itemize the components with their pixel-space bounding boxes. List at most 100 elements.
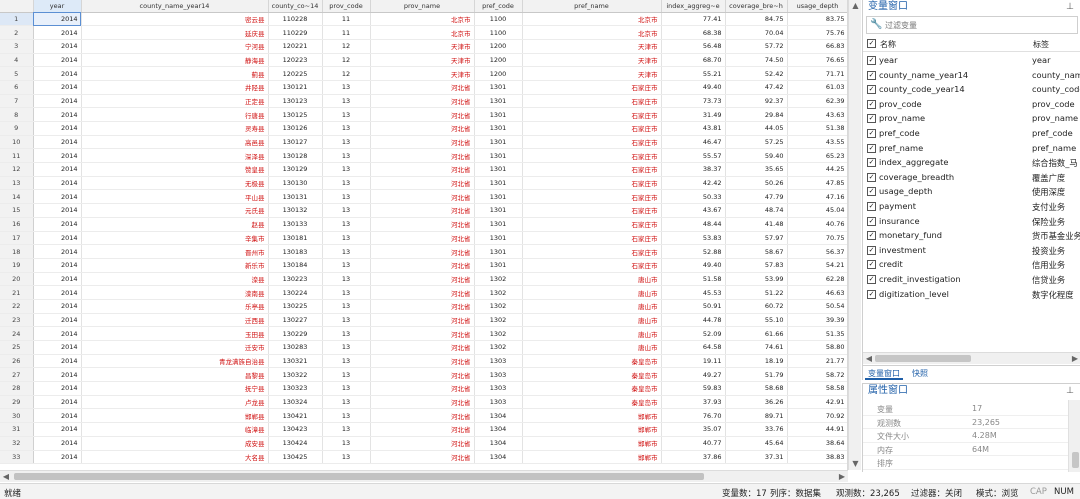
table-cell[interactable]: 河北省 [370, 381, 475, 396]
table-cell[interactable]: 77.41 [661, 12, 726, 27]
table-cell[interactable]: 石家庄市 [522, 258, 662, 273]
table-cell[interactable]: 68.70 [661, 53, 726, 68]
table-cell[interactable]: 74.61 [725, 340, 788, 355]
table-cell[interactable]: 130323 [268, 381, 323, 396]
table-cell[interactable]: 65.23 [787, 148, 847, 164]
table-cell[interactable]: 13 [322, 381, 371, 396]
table-cell[interactable]: 50.54 [787, 299, 847, 314]
table-cell[interactable]: 1302 [474, 285, 523, 300]
table-cell[interactable]: 2014 [33, 189, 82, 205]
table-cell[interactable]: 13 [322, 107, 371, 122]
table-cell[interactable]: 51.22 [725, 285, 788, 300]
table-cell[interactable]: 120223 [268, 53, 323, 68]
column-header[interactable]: year [33, 0, 82, 13]
table-cell[interactable]: 13 [322, 189, 371, 205]
table-cell[interactable]: 73.73 [661, 94, 726, 109]
table-cell[interactable]: 42.91 [787, 395, 847, 410]
table-cell[interactable]: 井陉县 [81, 80, 269, 95]
table-cell[interactable]: 新乐市 [81, 258, 269, 273]
table-cell[interactable]: 天津市 [522, 53, 662, 68]
row-number[interactable]: 27 [0, 367, 34, 383]
table-cell[interactable]: 河北省 [370, 135, 475, 150]
variable-row[interactable]: ✓ pref_name pref_name [863, 141, 1080, 156]
table-row[interactable]: 10 2014 高邑县 130127 13 河北省 1301 石家庄市 46.47 57.25 43… [0, 135, 847, 150]
table-row[interactable]: 15 2014 元氏县 130132 13 河北省 1301 石家庄市 43.67 48.74 45… [0, 203, 847, 218]
table-cell[interactable]: 21.77 [787, 354, 847, 369]
table-cell[interactable]: 70.04 [725, 25, 788, 40]
table-row[interactable]: 1 2014 密云县 110228 11 北京市 1100 北京市 77.41 84.75 83.7… [0, 12, 847, 27]
variable-row[interactable]: ✓ prov_name prov_name [863, 111, 1080, 126]
table-cell[interactable]: 河北省 [370, 408, 475, 424]
row-number[interactable]: 20 [0, 272, 34, 287]
table-cell[interactable]: 13 [322, 408, 371, 424]
row-number[interactable]: 22 [0, 299, 34, 314]
table-cell[interactable]: 1301 [474, 176, 523, 191]
table-cell[interactable]: 13 [322, 135, 371, 150]
table-cell[interactable]: 石家庄市 [522, 148, 662, 164]
table-cell[interactable]: 48.44 [661, 217, 726, 232]
table-cell[interactable]: 河北省 [370, 285, 475, 300]
table-cell[interactable]: 130283 [268, 340, 323, 355]
table-cell[interactable]: 1303 [474, 367, 523, 383]
table-cell[interactable]: 37.86 [661, 450, 726, 465]
table-cell[interactable]: 河北省 [370, 450, 475, 465]
table-cell[interactable]: 130229 [268, 326, 323, 341]
table-cell[interactable]: 84.75 [725, 12, 788, 27]
table-cell[interactable]: 19.11 [661, 354, 726, 369]
table-cell[interactable]: 河北省 [370, 176, 475, 191]
table-cell[interactable]: 2014 [33, 408, 82, 424]
table-cell[interactable]: 13 [322, 367, 371, 383]
table-cell[interactable]: 1200 [474, 39, 523, 54]
table-cell[interactable]: 河北省 [370, 203, 475, 218]
variable-row[interactable]: ✓ credit_investigation 信贷业务 [863, 272, 1080, 287]
table-cell[interactable]: 38.83 [787, 450, 847, 465]
table-cell[interactable]: 13 [322, 422, 371, 437]
table-cell[interactable]: 2014 [33, 107, 82, 122]
table-cell[interactable]: 35.65 [725, 162, 788, 177]
table-cell[interactable]: 昌黎县 [81, 367, 269, 383]
table-row[interactable]: 11 2014 深泽县 130128 13 河北省 1301 石家庄市 55.57 59.40 65… [0, 148, 847, 164]
row-number[interactable]: 26 [0, 354, 34, 369]
table-cell[interactable]: 130129 [268, 162, 323, 177]
table-cell[interactable]: 110228 [268, 12, 323, 27]
table-cell[interactable]: 130322 [268, 367, 323, 383]
table-cell[interactable]: 58.68 [725, 381, 788, 396]
table-cell[interactable]: 13 [322, 217, 371, 232]
row-number[interactable]: 29 [0, 395, 34, 410]
table-cell[interactable]: 44.25 [787, 162, 847, 177]
table-cell[interactable]: 1301 [474, 244, 523, 259]
variable-filter[interactable]: 🔧 [866, 16, 1078, 34]
table-cell[interactable]: 滦县 [81, 272, 269, 287]
table-row[interactable]: 27 2014 昌黎县 130322 13 河北省 1303 秦皇岛市 49.27 51.79 58… [0, 367, 847, 383]
table-cell[interactable]: 乐亭县 [81, 299, 269, 314]
table-cell[interactable]: 33.76 [725, 422, 788, 437]
variable-list-scrollbar[interactable]: ◀ ▶ [863, 352, 1080, 364]
table-row[interactable]: 14 2014 平山县 130131 13 河北省 1301 石家庄市 50.33 47.79 47… [0, 189, 847, 205]
table-cell[interactable]: 1301 [474, 94, 523, 109]
table-cell[interactable]: 13 [322, 285, 371, 300]
table-cell[interactable]: 河北省 [370, 436, 475, 451]
table-cell[interactable]: 50.26 [725, 176, 788, 191]
variable-checkbox[interactable]: ✓ [867, 201, 876, 211]
table-cell[interactable]: 1301 [474, 217, 523, 232]
variable-row[interactable]: ✓ county_code_year14 county_code [863, 82, 1080, 97]
table-cell[interactable]: 62.39 [787, 94, 847, 109]
table-cell[interactable]: 1303 [474, 381, 523, 396]
table-cell[interactable]: 卢龙县 [81, 395, 269, 410]
table-cell[interactable]: 13 [322, 313, 371, 328]
table-cell[interactable]: 13 [322, 436, 371, 451]
table-cell[interactable]: 44.91 [787, 422, 847, 437]
variable-checkbox[interactable]: ✓ [867, 99, 876, 109]
table-cell[interactable]: 2014 [33, 258, 82, 273]
table-cell[interactable]: 河北省 [370, 107, 475, 122]
table-cell[interactable]: 1303 [474, 354, 523, 369]
variable-checkbox[interactable]: ✓ [867, 216, 876, 226]
table-cell[interactable]: 64.58 [661, 340, 726, 355]
table-cell[interactable]: 49.40 [661, 258, 726, 273]
table-cell[interactable]: 天津市 [370, 53, 475, 68]
table-row[interactable]: 2 2014 延庆县 110229 11 北京市 1100 北京市 68.38 70.04 75.7… [0, 25, 847, 40]
table-cell[interactable]: 76.65 [787, 53, 847, 68]
row-number[interactable]: 6 [0, 80, 34, 95]
table-cell[interactable]: 唐山市 [522, 299, 662, 314]
table-row[interactable]: 28 2014 抚宁县 130323 13 河北省 1303 秦皇岛市 59.83 58.68 58… [0, 381, 847, 396]
